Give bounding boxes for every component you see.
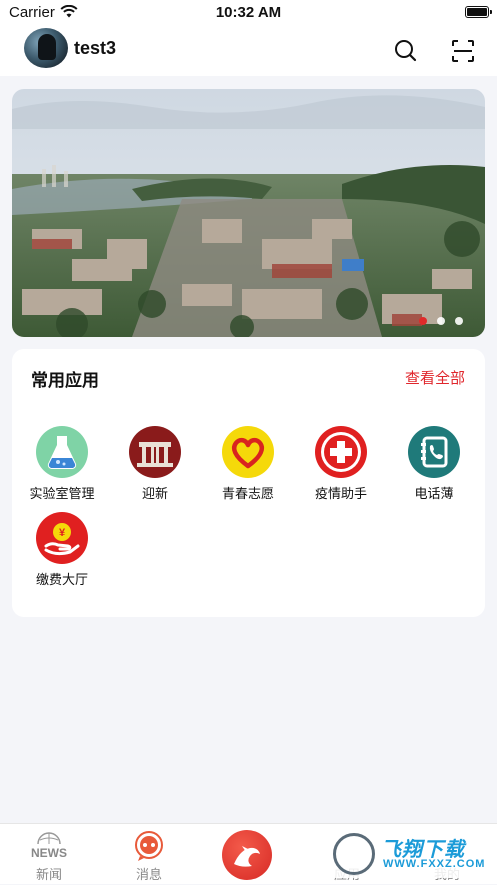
app-phonebook[interactable]: 电话薄 (389, 426, 479, 502)
app-label: 实验室管理 (29, 486, 95, 501)
search-icon[interactable] (393, 38, 419, 64)
home-center-button[interactable] (222, 830, 272, 880)
common-apps-card: 常用应用 查看全部 实验室管理 迎新 青春志愿 疫情助手 电话薄 ¥ 缴费大厅 (12, 349, 485, 617)
username[interactable]: test3 (74, 38, 116, 59)
carousel-dot[interactable] (419, 317, 427, 325)
app-label: 缴费大厅 (35, 572, 88, 587)
carousel-dot[interactable] (455, 317, 463, 325)
app-label: 迎新 (141, 486, 168, 501)
tab-label: 消息 (135, 867, 162, 882)
app-welcome[interactable]: 迎新 (110, 426, 200, 502)
campus-aerial-image (12, 89, 485, 337)
medical-cross-icon (315, 426, 367, 478)
app-label: 青春志愿 (221, 486, 274, 501)
avatar[interactable] (24, 28, 68, 68)
app-payment-hall[interactable]: ¥ 缴费大厅 (17, 512, 107, 588)
watermark-logo-icon (333, 833, 375, 875)
view-all-link[interactable]: 查看全部 (405, 367, 465, 388)
svg-text:¥: ¥ (59, 527, 66, 539)
flask-icon (36, 426, 88, 478)
clock: 10:32 AM (215, 4, 282, 21)
carousel-dot[interactable] (437, 317, 445, 325)
banner-carousel[interactable] (12, 89, 485, 337)
tab-news[interactable]: NEWS 新闻 (14, 824, 84, 884)
scan-icon[interactable] (450, 38, 476, 64)
app-youth-volunteer[interactable]: 青春志愿 (203, 426, 293, 502)
bottom-tab-bar: NEWS 新闻 消息 应用 我的 飞翔下载 WWW.FXXZ.COM (0, 823, 497, 884)
status-bar: Carrier 10:32 AM (0, 0, 497, 26)
app-epidemic-assistant[interactable]: 疫情助手 (296, 426, 386, 502)
news-icon: NEWS (31, 832, 67, 860)
battery-icon (465, 6, 492, 18)
heart-icon (222, 426, 274, 478)
tab-messages[interactable]: 消息 (114, 824, 184, 884)
app-label: 电话薄 (414, 486, 454, 501)
carousel-indicator[interactable] (419, 317, 463, 325)
message-icon (135, 831, 163, 861)
section-title: 常用应用 (31, 371, 99, 390)
app-label: 疫情助手 (314, 486, 367, 501)
yuan-payment-icon: ¥ (36, 512, 88, 564)
app-lab-management[interactable]: 实验室管理 (17, 426, 107, 502)
avatar-figure (38, 34, 56, 60)
tab-label: 新闻 (35, 867, 62, 882)
top-header: test3 (0, 26, 497, 76)
news-icon-text: NEWS (31, 846, 67, 860)
watermark-overlay: 飞翔下载 WWW.FXXZ.COM (327, 830, 489, 878)
gate-icon (129, 426, 181, 478)
phonebook-icon (408, 426, 460, 478)
watermark-url: WWW.FXXZ.COM (383, 858, 486, 870)
home-center-icon (234, 846, 260, 867)
